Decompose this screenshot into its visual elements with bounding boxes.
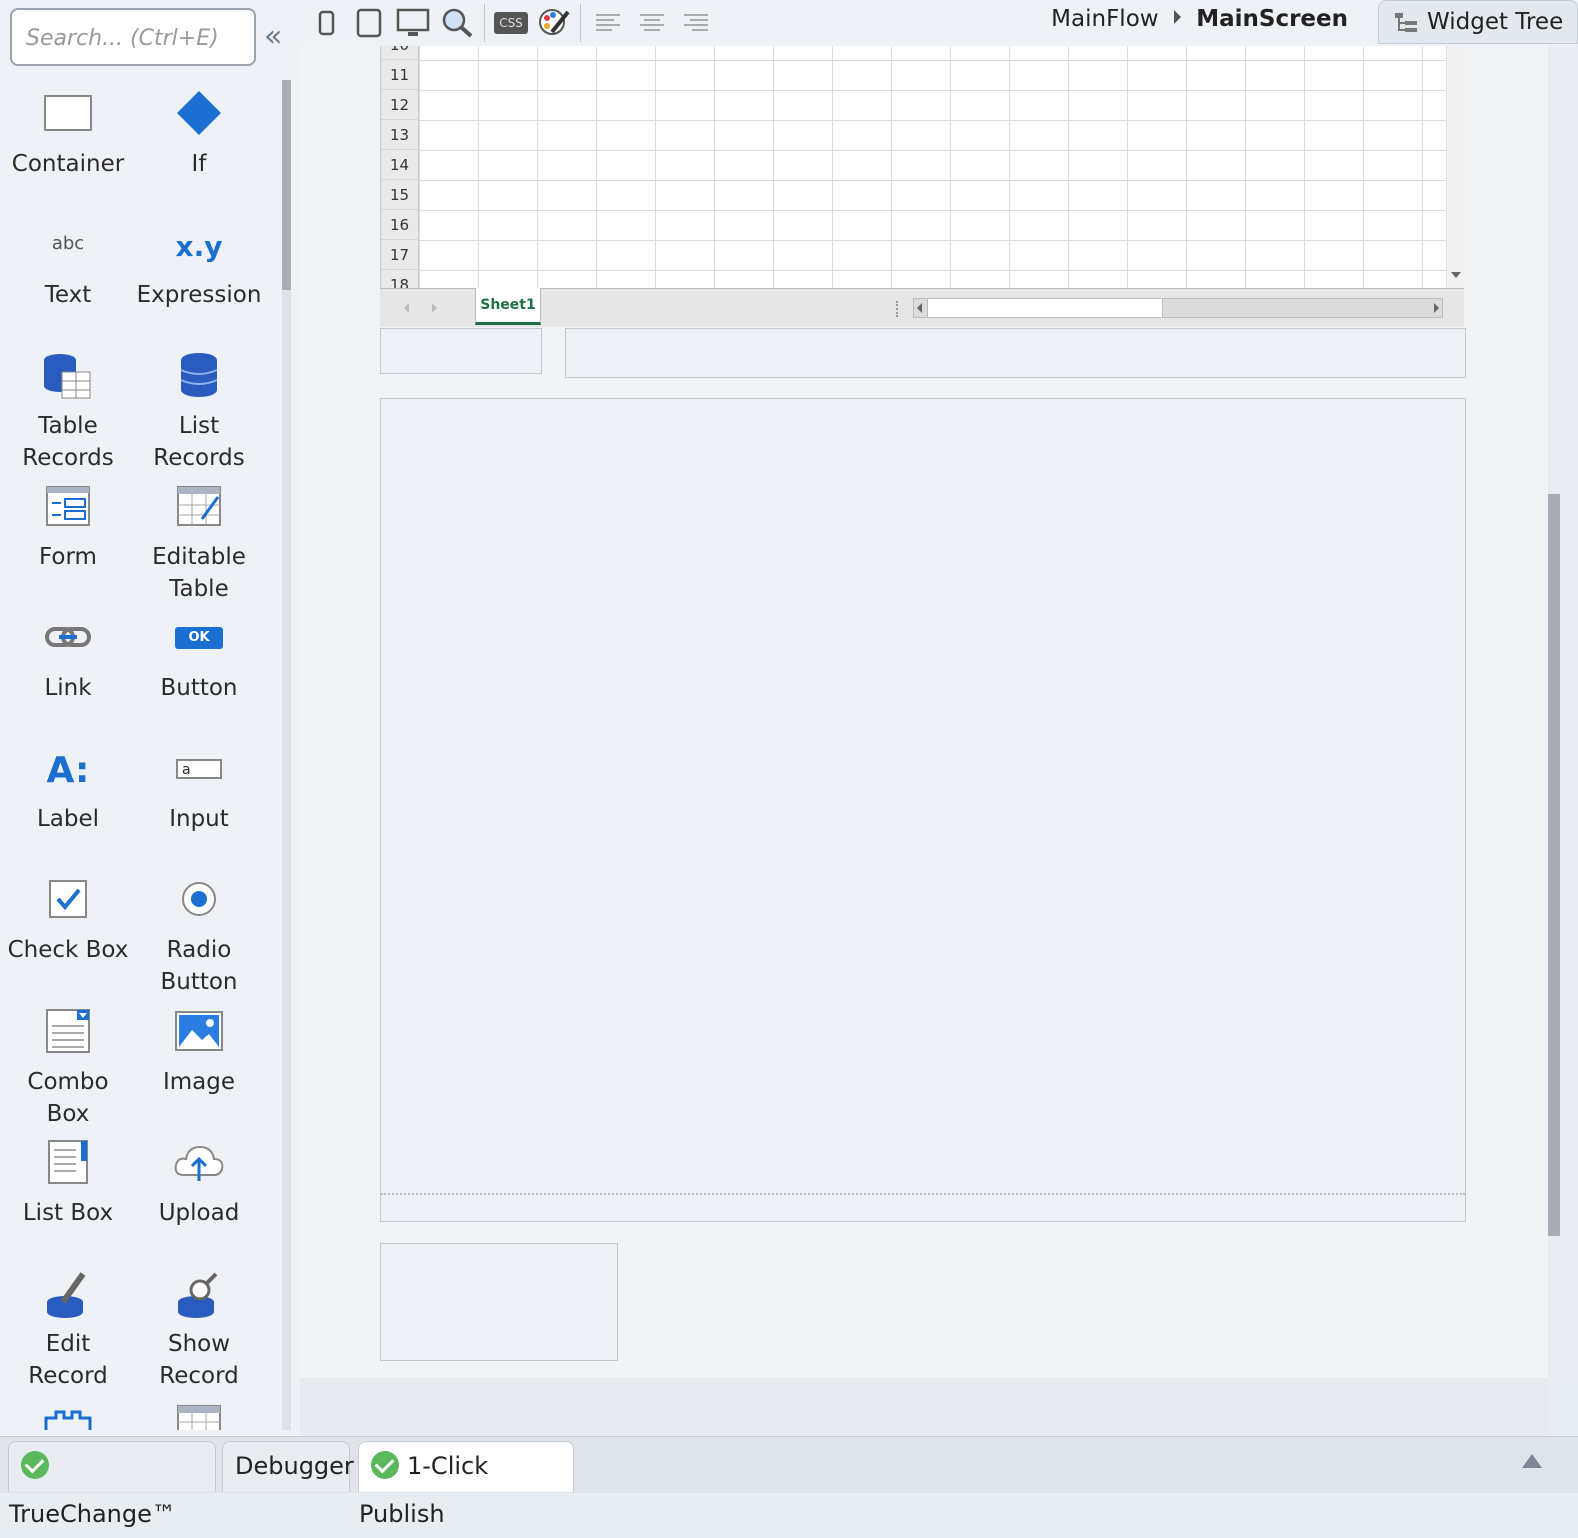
tablet-preview-icon[interactable] [354,6,384,38]
container-icon [3,88,133,148]
row-header: 14 [381,150,419,180]
editable-table-icon [134,481,264,541]
row-header: 12 [381,90,419,120]
spreadsheet-widget[interactable]: 10 11 12 13 14 15 16 17 18 [380,46,1447,288]
desktop-preview-icon[interactable] [396,6,430,38]
tool-button[interactable]: OK Button [134,612,264,704]
tool-table-records[interactable]: Table Records [3,350,133,474]
phone-preview-icon[interactable] [316,6,338,38]
scroll-down-arrow-icon[interactable] [1451,272,1461,278]
status-ok-icon [371,1451,399,1479]
tool-show-record[interactable]: Show Record [134,1268,264,1392]
tool-expression[interactable]: x.y Expression [134,219,264,311]
align-center-icon[interactable] [638,6,666,38]
tool-if[interactable]: If [134,88,264,180]
row-header: 10 [381,46,419,60]
text-icon: abc [51,233,85,254]
row-header: 17 [381,240,419,270]
tab-1-click-publish[interactable]: 1-Click Publish [358,1441,574,1528]
main-content-container[interactable] [380,398,1466,1222]
scroll-right-arrow-icon[interactable] [1434,303,1439,313]
tool-link[interactable]: Link [3,612,133,704]
tool-list-records[interactable]: List Records [134,350,264,474]
canvas-scrollbar-thumb[interactable] [1548,494,1560,1236]
image-icon [134,1006,264,1066]
tool-editable-table[interactable]: Editable Table [134,481,264,605]
expand-panel-icon[interactable] [1522,1454,1542,1468]
spreadsheet-grid[interactable] [419,46,1447,288]
css-icon[interactable]: CSS [494,6,528,38]
block-icon [44,1406,92,1430]
toolbar-divider [580,4,581,42]
sheet-vertical-scrollbar[interactable] [1446,46,1465,288]
tab-debugger[interactable]: Debugger [222,1441,354,1492]
if-diamond-icon [134,88,264,148]
scroll-left-arrow-icon[interactable] [917,303,922,313]
breadcrumb-screen: MainScreen [1196,6,1348,32]
label-icon: A: [46,750,90,791]
tool-list-box[interactable]: List Box [3,1137,133,1229]
zoom-preview-icon[interactable] [440,6,474,38]
sheet-prev-arrow-icon[interactable] [404,303,409,313]
tool-upload[interactable]: Upload [134,1137,264,1229]
tool-image[interactable]: Image [134,1006,264,1098]
tool-check-box[interactable]: Check Box [3,874,133,966]
breadcrumb-flow[interactable]: MainFlow [1051,6,1158,32]
radio-button-icon [134,874,264,934]
list-records-icon [134,350,264,410]
sheet-tab[interactable]: Sheet1 [475,288,541,325]
edit-record-icon [3,1268,133,1328]
align-left-icon[interactable] [594,6,622,38]
align-right-icon[interactable] [682,6,710,38]
row-header: 11 [381,60,419,90]
widget-tree-icon [1393,11,1419,41]
tool-label[interactable]: A: Label [3,743,133,835]
status-ok-icon [21,1451,49,1479]
collapse-toolbox-icon[interactable]: « [264,22,282,52]
tool-combo-box[interactable]: Combo Box [3,1006,133,1130]
upload-icon [134,1137,264,1197]
breadcrumb-separator-icon [1173,10,1181,24]
container-divider [381,1193,1465,1195]
tool-input[interactable]: a Input [134,743,264,835]
sheet-scrollbar-thumb[interactable] [927,298,1163,318]
tool-radio-button[interactable]: Radio Button [134,874,264,998]
tab-truechange[interactable]: TrueChange™ [8,1441,216,1528]
container-placeholder[interactable] [380,328,542,374]
sheet-splitter[interactable] [896,301,900,317]
tool-text[interactable]: abc Text [3,219,133,311]
link-icon [3,612,133,672]
list-box-icon [3,1137,133,1197]
form-icon [3,481,133,541]
checkbox-icon [3,874,133,934]
expression-icon: x.y [175,230,223,263]
row-header: 18 [381,270,419,288]
theme-palette-icon[interactable] [538,6,570,38]
widget-tree-tab[interactable]: Widget Tree [1378,0,1578,44]
sheet-next-arrow-icon[interactable] [432,303,437,313]
row-header: 15 [381,180,419,210]
toolbar-divider [484,4,485,42]
row-header: 13 [381,120,419,150]
table-icon [176,1404,222,1430]
table-records-icon [3,350,133,410]
container-placeholder[interactable] [565,328,1466,378]
input-icon: a [134,743,264,803]
tool-container[interactable]: Container [3,88,133,180]
breadcrumb: MainFlow MainScreen [1051,6,1348,32]
show-record-icon [134,1268,264,1328]
tool-edit-record[interactable]: Edit Record [3,1268,133,1392]
button-icon: OK [134,612,264,672]
tool-form[interactable]: Form [3,481,133,573]
container-placeholder[interactable] [380,1243,618,1361]
toolbox-search-input[interactable]: Search... (Ctrl+E) [10,8,256,66]
combo-box-icon [3,1006,133,1066]
toolbox-scrollbar-thumb[interactable] [282,80,291,290]
row-header: 16 [381,210,419,240]
canvas-footer-area [300,1378,1548,1436]
